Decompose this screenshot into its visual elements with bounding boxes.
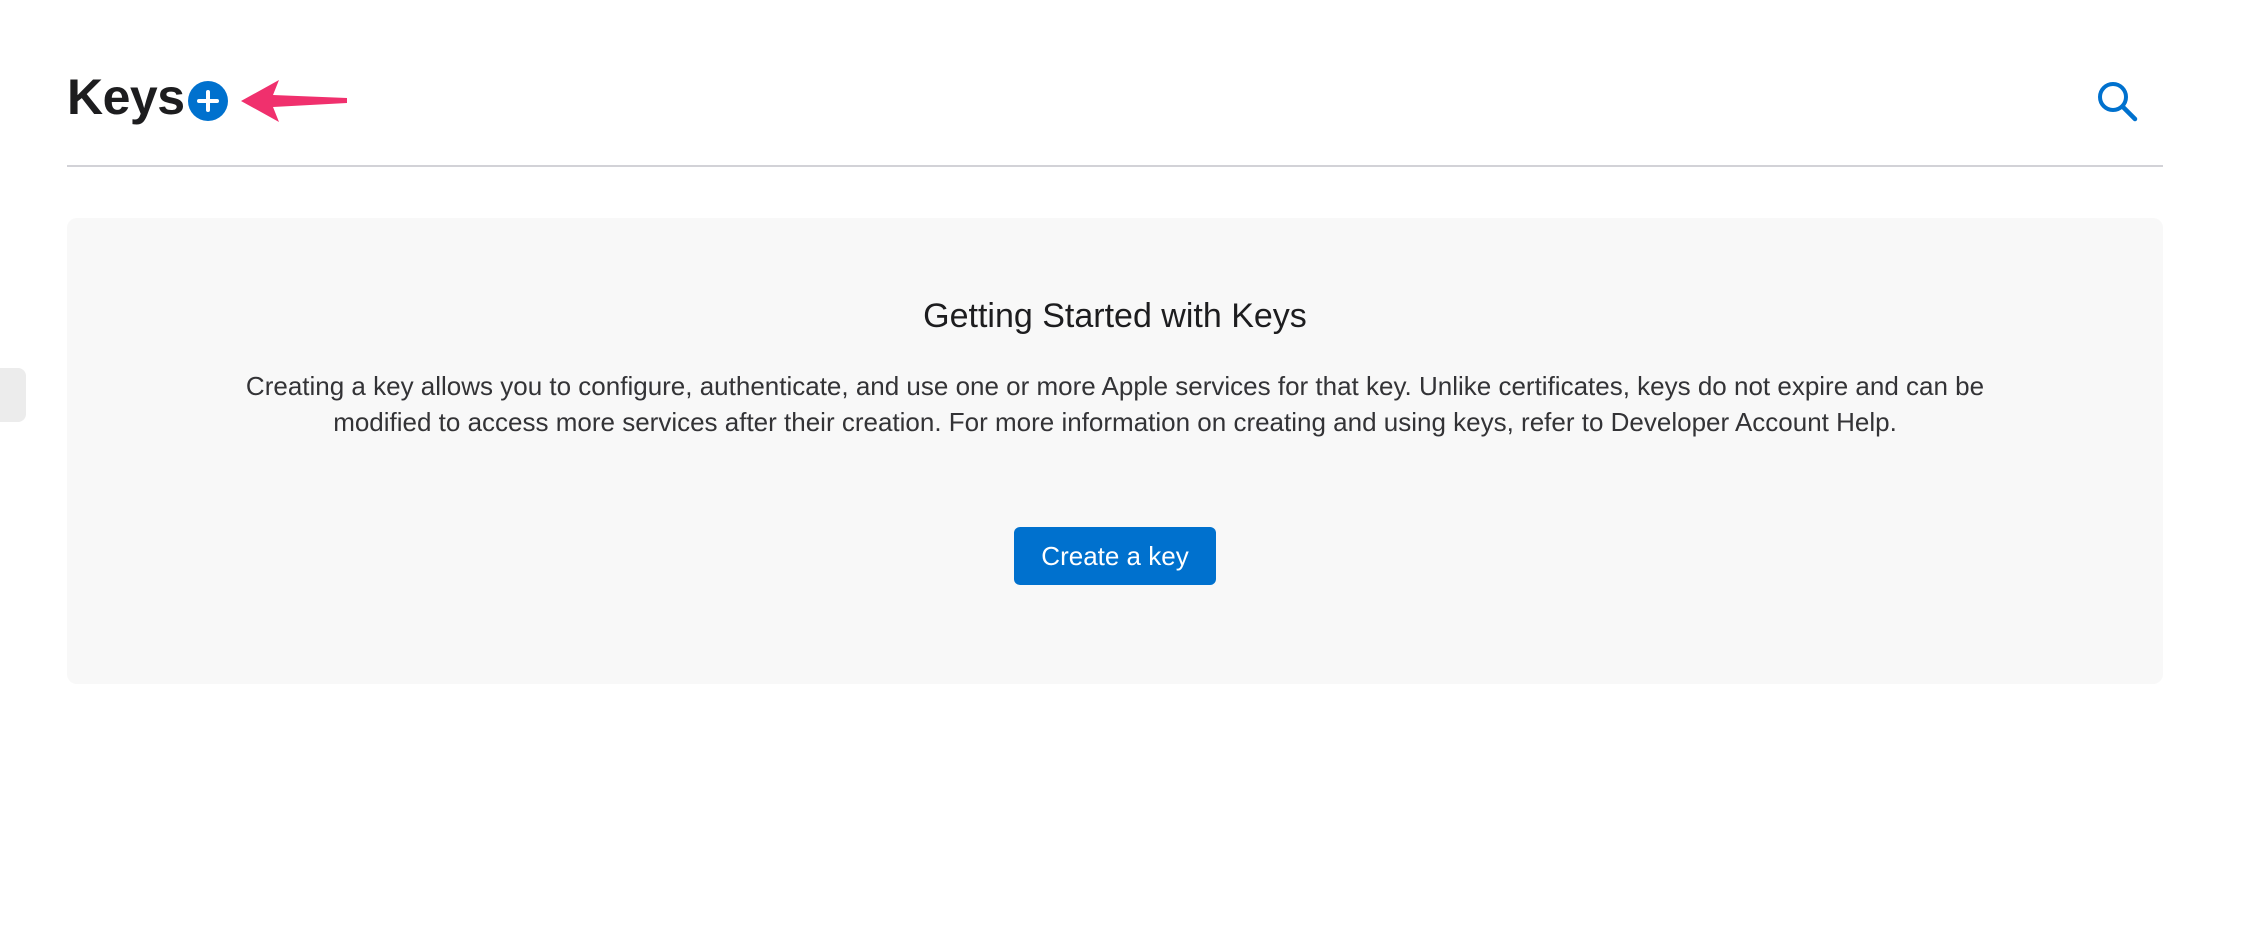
panel-title: Getting Started with Keys (923, 297, 1307, 335)
create-key-button[interactable]: Create a key (1014, 527, 1216, 585)
side-panel-handle[interactable] (0, 368, 26, 422)
page-title: Keys (67, 69, 185, 125)
search-icon (2098, 82, 2138, 122)
getting-started-panel: Getting Started with Keys Creating a key… (67, 218, 2163, 684)
page-header: Keys (67, 62, 2163, 166)
add-key-button[interactable] (188, 81, 228, 121)
arrow-left-icon (241, 80, 347, 122)
search-button[interactable] (2094, 78, 2140, 124)
header-divider (67, 165, 2163, 167)
panel-description: Creating a key allows you to configure, … (245, 371, 1985, 437)
